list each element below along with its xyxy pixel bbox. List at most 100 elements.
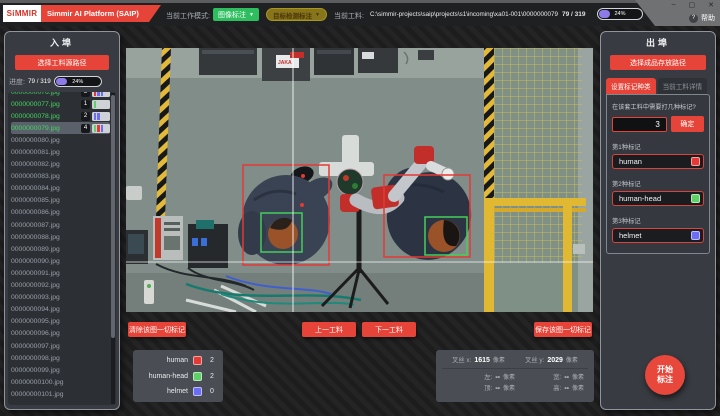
file-row[interactable]: 0000000093.jpg bbox=[11, 292, 110, 304]
file-row[interactable]: 0000000087.jpg bbox=[11, 219, 110, 231]
minimize-button[interactable]: – bbox=[672, 1, 676, 9]
scrollbar[interactable] bbox=[111, 93, 115, 404]
file-name: 00000000100.jpg bbox=[11, 379, 110, 386]
label-color-bar bbox=[101, 125, 104, 132]
label-name-input-1[interactable]: human bbox=[612, 154, 704, 169]
label-color-bar bbox=[97, 113, 100, 120]
color-swatch bbox=[193, 372, 202, 381]
file-row[interactable]: 0000000085.jpg bbox=[11, 195, 110, 207]
legend-count: 2 bbox=[207, 373, 217, 380]
chevron-down-icon: ▼ bbox=[315, 12, 320, 18]
top-bar: SiMMIR Simmir AI Platform (SAIP) 当前工作模式:… bbox=[0, 3, 720, 26]
file-row[interactable]: 0000000082.jpg bbox=[11, 159, 110, 171]
file-row[interactable]: 0000000084.jpg bbox=[11, 183, 110, 195]
legend-count: 2 bbox=[207, 357, 217, 364]
label-color-bars bbox=[92, 112, 110, 121]
file-row[interactable]: 0000000086.jpg bbox=[11, 207, 110, 219]
color-swatch[interactable] bbox=[691, 194, 700, 203]
field-label-1: 第1种标记 bbox=[612, 142, 704, 151]
material-path: C:\simmir-projects\saip\projects\s1\inco… bbox=[370, 11, 558, 18]
file-name: 0000000078.jpg bbox=[11, 113, 81, 120]
file-name: 0000000082.jpg bbox=[11, 161, 110, 168]
label-color-bar bbox=[94, 125, 97, 132]
file-row[interactable]: 0000000097.jpg bbox=[11, 340, 110, 352]
file-name: 00000000101.jpg bbox=[11, 391, 110, 398]
file-row[interactable]: 0000000095.jpg bbox=[11, 316, 110, 328]
input-port-title: 入埠 bbox=[5, 36, 119, 49]
label-name-value: helmet bbox=[619, 231, 691, 240]
file-name: 0000000079.jpg bbox=[11, 125, 81, 132]
file-row[interactable]: 00000000100.jpg bbox=[11, 376, 110, 388]
scrollbar-thumb[interactable] bbox=[111, 95, 115, 338]
next-material-button[interactable]: 下一工料 bbox=[362, 322, 416, 337]
file-row[interactable]: 0000000089.jpg bbox=[11, 243, 110, 255]
mode-primary-dropdown[interactable]: 图像标注 ▼ bbox=[213, 8, 259, 21]
mode-secondary-dropdown[interactable]: 目标检测标注 ▼ bbox=[266, 8, 327, 21]
top-label: 顶: bbox=[484, 383, 492, 392]
crosshair-x-label: 叉丝 x: bbox=[452, 355, 471, 364]
file-list[interactable]: 0000000076.jpg30000000077.jpg10000000078… bbox=[8, 92, 116, 405]
panel-progress-bar: 24% bbox=[54, 76, 102, 87]
legend-row: human 2 bbox=[139, 354, 217, 367]
file-row[interactable]: 0000000077.jpg1 bbox=[11, 98, 110, 110]
legend-row: helmet 0 bbox=[139, 385, 217, 398]
close-button[interactable]: ✕ bbox=[708, 1, 714, 9]
label-name-input-2[interactable]: human-head bbox=[612, 191, 704, 206]
file-name: 0000000076.jpg bbox=[11, 92, 81, 96]
file-name: 0000000094.jpg bbox=[11, 306, 110, 313]
help-button[interactable]: ? 帮助 bbox=[689, 13, 715, 23]
legend-row: human-head 2 bbox=[139, 370, 217, 383]
file-name: 0000000077.jpg bbox=[11, 101, 81, 108]
file-name: 0000000080.jpg bbox=[11, 137, 110, 144]
legend-label: human bbox=[139, 357, 188, 364]
file-row[interactable]: 0000000088.jpg bbox=[11, 231, 110, 243]
field-label-3: 第3种标记 bbox=[612, 216, 704, 225]
color-swatch[interactable] bbox=[691, 157, 700, 166]
color-swatch bbox=[193, 356, 202, 365]
color-swatch bbox=[193, 387, 202, 396]
global-progress-bar: 24% bbox=[597, 8, 643, 20]
start-annotation-button[interactable]: 开始 标注 bbox=[645, 355, 685, 395]
file-row[interactable]: 0000000098.jpg bbox=[11, 352, 110, 364]
file-name: 0000000099.jpg bbox=[11, 367, 110, 374]
file-row[interactable]: 0000000096.jpg bbox=[11, 328, 110, 340]
label-count-input[interactable]: 3 bbox=[612, 117, 667, 132]
annotation-count-badge: 4 bbox=[81, 124, 90, 133]
confirm-button[interactable]: 确定 bbox=[671, 116, 704, 132]
legend-label: human-head bbox=[139, 373, 188, 380]
tab-material-details[interactable]: 当前工料详情 bbox=[658, 78, 708, 94]
previous-material-button[interactable]: 上一工料 bbox=[302, 322, 356, 337]
label-color-bar bbox=[94, 101, 97, 108]
save-annotations-button[interactable]: 保存该图一切标记 bbox=[534, 322, 592, 337]
left-label: 左: bbox=[484, 372, 492, 381]
file-row[interactable]: 0000000092.jpg bbox=[11, 280, 110, 292]
file-row[interactable]: 0000000099.jpg bbox=[11, 364, 110, 376]
label-name-input-3[interactable]: helmet bbox=[612, 228, 704, 243]
crosshair-y-value: 2029 bbox=[547, 357, 563, 364]
unit-label: 像素 bbox=[503, 372, 515, 381]
color-swatch[interactable] bbox=[691, 231, 700, 240]
select-output-path-button[interactable]: 选择成品存放路径 bbox=[610, 55, 706, 70]
legend-label: helmet bbox=[139, 388, 188, 395]
label-color-bars bbox=[92, 92, 110, 97]
file-row[interactable]: 0000000080.jpg bbox=[11, 134, 110, 146]
file-row[interactable]: 0000000078.jpg2 bbox=[11, 110, 110, 122]
select-source-path-button[interactable]: 选择工料源路径 bbox=[15, 55, 109, 70]
app-title-banner: Simmir AI Platform (SAIP) bbox=[41, 5, 161, 22]
file-row[interactable]: 0000000079.jpg4 bbox=[11, 122, 110, 134]
file-row[interactable]: 0000000090.jpg bbox=[11, 255, 110, 267]
file-name: 0000000085.jpg bbox=[11, 197, 110, 204]
file-row[interactable]: 0000000083.jpg bbox=[11, 171, 110, 183]
annotation-canvas[interactable]: JAKA bbox=[126, 48, 593, 312]
file-row[interactable]: 0000000091.jpg bbox=[11, 267, 110, 279]
width-value: -- bbox=[564, 374, 569, 381]
file-name: 0000000086.jpg bbox=[11, 209, 110, 216]
file-row[interactable]: 0000000081.jpg bbox=[11, 146, 110, 158]
file-name: 0000000096.jpg bbox=[11, 330, 110, 337]
unit-label: 像素 bbox=[572, 383, 584, 392]
maximize-button[interactable]: ▢ bbox=[689, 1, 696, 9]
tab-label-types[interactable]: 设置标记种类 bbox=[606, 78, 656, 94]
clear-annotations-button[interactable]: 清除该图一切标记 bbox=[128, 322, 186, 337]
file-row[interactable]: 00000000101.jpg bbox=[11, 388, 110, 400]
file-row[interactable]: 0000000094.jpg bbox=[11, 304, 110, 316]
